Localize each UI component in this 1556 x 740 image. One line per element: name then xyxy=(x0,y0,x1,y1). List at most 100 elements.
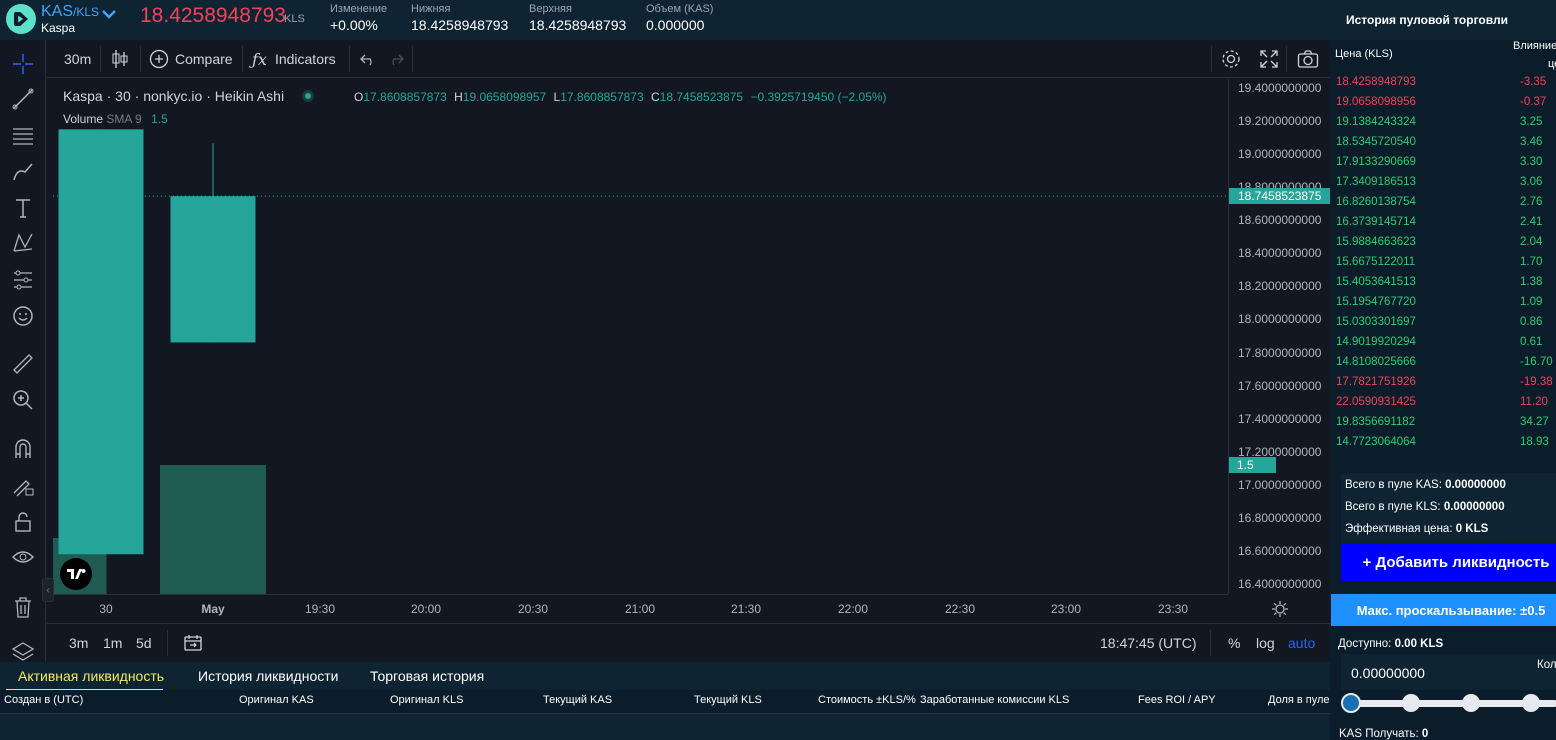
log-toggle[interactable]: log xyxy=(1256,624,1275,662)
time-axis[interactable]: 30 May 19:30 20:00 20:30 21:00 21:30 22:00 22:30… xyxy=(53,594,1288,622)
pattern-icon[interactable] xyxy=(9,229,37,257)
pool-kls-value: 0.00000000 xyxy=(1443,501,1505,513)
camera-icon[interactable] xyxy=(1297,40,1319,78)
interval-button[interactable]: 30m xyxy=(64,40,91,78)
trade-price: 17.7821751926 xyxy=(1336,376,1416,388)
x-tick-label: 22:00 xyxy=(837,602,869,616)
kaspa-logo-icon xyxy=(6,4,36,34)
y-tick-label: 16.8000000000 xyxy=(1238,510,1322,525)
auto-toggle[interactable]: auto xyxy=(1288,624,1315,662)
volume-legend: Volume SMA 9 1.5 xyxy=(63,112,168,126)
y-tick-label: 17.4000000000 xyxy=(1238,411,1322,426)
last-price-label: 18.7458523875 xyxy=(1229,188,1331,205)
table-header xyxy=(0,690,1330,714)
trade-impact: -16.70 xyxy=(1520,356,1553,368)
pool-kas: Всего в пуле KAS: 0.00000000 xyxy=(1345,479,1506,491)
add-liquidity-button[interactable]: + Добавить ликвидность xyxy=(1341,543,1556,581)
tab-active-liquidity[interactable]: Активная ликвидность xyxy=(18,668,164,684)
max-slippage-button[interactable]: Макс. проскальзывание: ±0.5 xyxy=(1331,594,1556,626)
ohlc-legend: O17.8608857873 H19.0658098957 L17.860885… xyxy=(354,90,887,104)
settings-gear-icon[interactable] xyxy=(1220,40,1242,78)
goto-date-icon[interactable] xyxy=(183,624,203,662)
eye-icon[interactable] xyxy=(9,543,37,571)
ohlc-change: −0.3925719450 (−2.05%) xyxy=(750,90,887,104)
y-tick-label: 19.2000000000 xyxy=(1238,114,1322,129)
redo-icon[interactable] xyxy=(387,40,405,78)
trade-impact: 2.41 xyxy=(1520,216,1543,228)
divider xyxy=(349,46,350,72)
price-axis[interactable]: 19.4000000000 19.2000000000 19.0000000000 1… xyxy=(1228,79,1331,594)
trade-row: 15.6675122011 1.70 xyxy=(1336,252,1556,272)
tab-trade-history[interactable]: Торговая история xyxy=(370,668,484,684)
chart-toolbar: 30m Compare ƒx Indicators xyxy=(47,40,1330,78)
available-value: 0.00 KLS xyxy=(1394,638,1444,650)
text-icon[interactable] xyxy=(9,194,37,222)
stat-high: Верхняя 18.4258948793 xyxy=(529,3,626,33)
indicators-button[interactable]: ƒx Indicators xyxy=(252,40,336,78)
trade-row: 12.42042082171.42 xyxy=(1336,452,1556,456)
zoom-in-icon[interactable] xyxy=(9,386,37,414)
emoji-icon[interactable] xyxy=(9,302,37,330)
x-tick-label: 20:30 xyxy=(517,602,549,616)
stat-value: +0.00% xyxy=(330,17,378,33)
plus-circle-icon xyxy=(149,49,169,69)
chart-container: 30m Compare ƒx Indicators Kaspa · 30 · no… xyxy=(47,40,1331,662)
stat-change: Изменение +0.00% xyxy=(330,3,387,33)
lock-icon[interactable] xyxy=(9,508,37,536)
range-1m[interactable]: 1m xyxy=(103,624,122,662)
slider-step-75[interactable] xyxy=(1522,694,1540,712)
drawing-toolbar xyxy=(0,40,46,665)
trade-price: 15.0303301697 xyxy=(1336,316,1416,328)
y-tick-label: 19.0000000000 xyxy=(1238,147,1322,162)
col-value: Стоимость ±KLS/% xyxy=(818,694,916,706)
tradingview-logo-icon[interactable] xyxy=(60,558,92,590)
y-tick-label: 18.4000000000 xyxy=(1238,246,1322,261)
axis-settings-icon[interactable] xyxy=(1271,600,1289,623)
x-tick-label: 20:00 xyxy=(410,602,442,616)
range-5d[interactable]: 5d xyxy=(136,624,152,662)
liquidity-panel: Активная ликвидность История ликвидности… xyxy=(0,662,1330,740)
x-tick-label: 19:30 xyxy=(304,602,336,616)
undo-icon[interactable] xyxy=(359,40,377,78)
brush-icon[interactable] xyxy=(9,158,37,186)
trade-price: 17.9133290669 xyxy=(1336,156,1416,168)
compare-button[interactable]: Compare xyxy=(149,40,233,78)
magnet-icon[interactable] xyxy=(9,435,37,463)
trend-line-icon[interactable] xyxy=(9,85,37,113)
candle-type-icon[interactable] xyxy=(110,40,130,78)
percent-toggle[interactable]: % xyxy=(1228,624,1240,662)
lock-drawing-icon[interactable] xyxy=(9,471,37,499)
ruler-icon[interactable] xyxy=(9,350,37,378)
col-created: Создан в (UTC) xyxy=(4,694,84,706)
prediction-icon[interactable] xyxy=(9,266,37,294)
trade-list[interactable]: 18.4258948793 -3.35 19.0658098956 -0.37 19.1… xyxy=(1330,72,1556,456)
x-tick-label: May xyxy=(201,602,225,616)
candle-body xyxy=(170,196,256,343)
stat-value: 18.4258948793 xyxy=(529,17,627,33)
volume-value: 1.5 xyxy=(151,112,168,126)
slider-step-25[interactable] xyxy=(1402,694,1420,712)
utc-clock[interactable]: 18:47:45 (UTC) xyxy=(1100,624,1196,662)
trade-row: 19.1384243324 3.25 xyxy=(1336,112,1556,132)
divider xyxy=(412,46,413,72)
fib-lines-icon[interactable] xyxy=(9,122,37,150)
crosshair-icon[interactable] xyxy=(9,50,37,78)
collapse-toolbar-icon[interactable]: ‹ xyxy=(42,578,54,602)
trash-icon[interactable] xyxy=(9,593,37,621)
pair-selector[interactable]: KAS/KLS xyxy=(41,3,99,21)
chart-plot-area[interactable] xyxy=(53,79,1228,594)
legend-style: Heikin Ashi xyxy=(214,88,285,104)
fullscreen-icon[interactable] xyxy=(1259,40,1279,78)
volume-value-label: 1.5 xyxy=(1229,457,1276,473)
chevron-down-icon[interactable] xyxy=(102,6,116,22)
tab-liquidity-history[interactable]: История ликвидности xyxy=(198,668,338,684)
trade-impact: 3.25 xyxy=(1520,116,1543,128)
amount-value: 0.00000000 xyxy=(1351,665,1425,681)
amount-slider-handle[interactable] xyxy=(1341,693,1361,713)
trade-impact: 1.38 xyxy=(1520,276,1543,288)
range-3m[interactable]: 3m xyxy=(69,624,88,662)
trade-impact: 34.27 xyxy=(1520,416,1549,428)
col-roi: Fees ROI / APY xyxy=(1138,694,1216,706)
slider-step-50[interactable] xyxy=(1462,694,1480,712)
ohlc-high: 19.0658098957 xyxy=(462,90,547,104)
